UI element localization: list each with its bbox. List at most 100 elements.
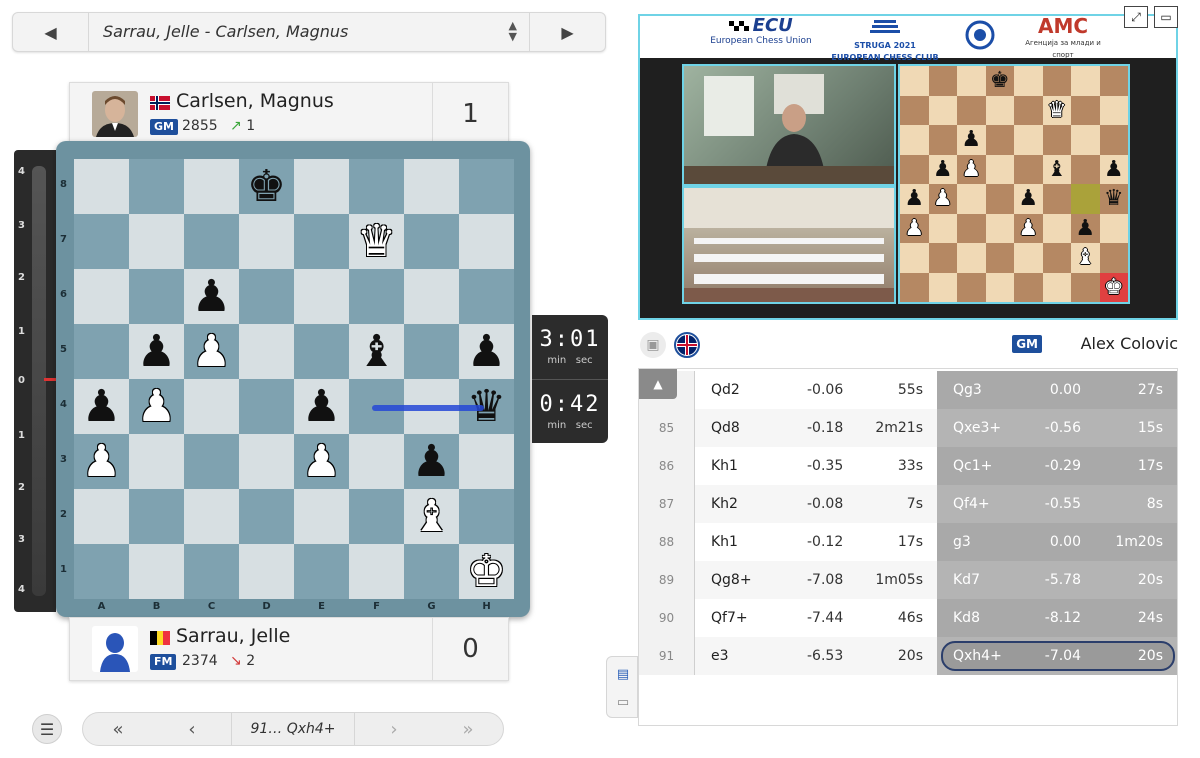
white-bishop-piece[interactable]: ♝ — [404, 489, 459, 544]
square-a6[interactable] — [74, 269, 129, 324]
square-d4[interactable] — [239, 379, 294, 434]
square-c8[interactable] — [184, 159, 239, 214]
next-move-button[interactable]: › — [359, 713, 429, 745]
black-move-cell[interactable]: Qxh4+ -7.04 20s — [937, 637, 1177, 675]
square-e8[interactable] — [294, 159, 349, 214]
black-move[interactable]: Kd7 — [953, 561, 980, 599]
square-a3[interactable]: ♟ — [74, 434, 129, 489]
scroll-up-button[interactable]: ▲ — [639, 369, 677, 399]
black-move-cell[interactable]: Qg3 0.00 27s — [937, 371, 1177, 409]
black-king-piece[interactable]: ♚ — [239, 159, 294, 214]
black-pawn-piece[interactable]: ♟ — [184, 269, 239, 324]
notation-icon[interactable]: ▤ — [612, 663, 634, 685]
square-e4[interactable]: ♟ — [294, 379, 349, 434]
square-e6[interactable] — [294, 269, 349, 324]
white-pawn-piece[interactable]: ♟ — [294, 434, 349, 489]
square-e3[interactable]: ♟ — [294, 434, 349, 489]
black-move[interactable]: Qg3 — [953, 371, 982, 409]
square-a1[interactable] — [74, 544, 129, 599]
square-b3[interactable] — [129, 434, 184, 489]
square-d1[interactable] — [239, 544, 294, 599]
chess-board[interactable]: ♚ ♛ ♟ ♟ ♟ ♝ ♟ ♟ ♟ ♟ ♛ ♟ ♟ ♟ ♝ ♚ — [74, 159, 514, 599]
square-e2[interactable] — [294, 489, 349, 544]
square-b2[interactable] — [129, 489, 184, 544]
square-f3[interactable] — [349, 434, 404, 489]
square-g3[interactable]: ♟ — [404, 434, 459, 489]
square-a7[interactable] — [74, 214, 129, 269]
square-f2[interactable] — [349, 489, 404, 544]
square-f6[interactable] — [349, 269, 404, 324]
square-a5[interactable] — [74, 324, 129, 379]
square-c2[interactable] — [184, 489, 239, 544]
prev-move-button[interactable]: ‹ — [157, 713, 227, 745]
white-move[interactable]: Qd8 — [711, 409, 740, 447]
square-a4[interactable]: ♟ — [74, 379, 129, 434]
uk-flag-icon[interactable] — [674, 332, 700, 358]
square-e5[interactable] — [294, 324, 349, 379]
white-move[interactable]: Qd2 — [711, 371, 740, 409]
black-move[interactable]: Qf4+ — [953, 485, 990, 523]
square-d5[interactable] — [239, 324, 294, 379]
square-g5[interactable] — [404, 324, 459, 379]
white-queen-piece[interactable]: ♛ — [349, 214, 404, 269]
white-move[interactable]: e3 — [711, 637, 729, 675]
square-g7[interactable] — [404, 214, 459, 269]
white-pawn-piece[interactable]: ♟ — [74, 434, 129, 489]
prev-game-button[interactable]: ◀ — [13, 13, 89, 51]
square-f5[interactable]: ♝ — [349, 324, 404, 379]
square-d8[interactable]: ♚ — [239, 159, 294, 214]
last-move-button[interactable]: » — [433, 713, 503, 745]
black-move-cell[interactable]: Qxe3+ -0.56 15s — [937, 409, 1177, 447]
square-h6[interactable] — [459, 269, 514, 324]
white-move[interactable]: Kh2 — [711, 485, 738, 523]
square-a8[interactable] — [74, 159, 129, 214]
white-pawn-piece[interactable]: ♟ — [129, 379, 184, 434]
square-b6[interactable] — [129, 269, 184, 324]
square-h1[interactable]: ♚ — [459, 544, 514, 599]
black-move-cell[interactable]: Qc1+ -0.29 17s — [937, 447, 1177, 485]
black-move[interactable]: Kd8 — [953, 599, 980, 637]
square-e7[interactable] — [294, 214, 349, 269]
sort-icon[interactable]: ▲ ▼ — [509, 20, 517, 42]
chat-icon[interactable]: ▭ — [612, 691, 634, 713]
square-g1[interactable] — [404, 544, 459, 599]
black-move-cell[interactable]: g3 0.00 1m20s — [937, 523, 1177, 561]
black-move-cell[interactable]: Qf4+ -0.55 8s — [937, 485, 1177, 523]
camera-icon[interactable]: ▣ — [640, 332, 666, 358]
black-pawn-piece[interactable]: ♟ — [129, 324, 184, 379]
first-move-button[interactable]: « — [83, 713, 153, 745]
minimize-icon[interactable]: ▭ — [1154, 6, 1178, 28]
black-move[interactable]: Qc1+ — [953, 447, 992, 485]
white-king-piece[interactable]: ♚ — [459, 544, 514, 599]
square-b8[interactable] — [129, 159, 184, 214]
square-g8[interactable] — [404, 159, 459, 214]
black-move[interactable]: Qxh4+ — [953, 637, 1002, 675]
square-f7[interactable]: ♛ — [349, 214, 404, 269]
white-move[interactable]: Kh1 — [711, 447, 738, 485]
black-move-cell[interactable]: Kd8 -8.12 24s — [937, 599, 1177, 637]
white-pawn-piece[interactable]: ♟ — [184, 324, 239, 379]
square-h7[interactable] — [459, 214, 514, 269]
square-b5[interactable]: ♟ — [129, 324, 184, 379]
square-b1[interactable] — [129, 544, 184, 599]
square-f8[interactable] — [349, 159, 404, 214]
square-h5[interactable]: ♟ — [459, 324, 514, 379]
square-c5[interactable]: ♟ — [184, 324, 239, 379]
black-pawn-piece[interactable]: ♟ — [404, 434, 459, 489]
square-a2[interactable] — [74, 489, 129, 544]
square-b4[interactable]: ♟ — [129, 379, 184, 434]
black-move-cell[interactable]: Kd7 -5.78 20s — [937, 561, 1177, 599]
square-g2[interactable]: ♝ — [404, 489, 459, 544]
game-selector[interactable]: ◀ Sarrau, Jelle - Carlsen, Magnus ▲ ▼ ▶ — [12, 12, 606, 52]
square-h3[interactable] — [459, 434, 514, 489]
square-f1[interactable] — [349, 544, 404, 599]
white-move[interactable]: Kh1 — [711, 523, 738, 561]
square-d2[interactable] — [239, 489, 294, 544]
black-pawn-piece[interactable]: ♟ — [74, 379, 129, 434]
square-e1[interactable] — [294, 544, 349, 599]
square-c1[interactable] — [184, 544, 239, 599]
move-list[interactable]: 84Qd2-0.0655sQg30.0027s85Qd8-0.182m21sQx… — [638, 368, 1178, 726]
white-move[interactable]: Qf7+ — [711, 599, 748, 637]
square-c3[interactable] — [184, 434, 239, 489]
square-g6[interactable] — [404, 269, 459, 324]
